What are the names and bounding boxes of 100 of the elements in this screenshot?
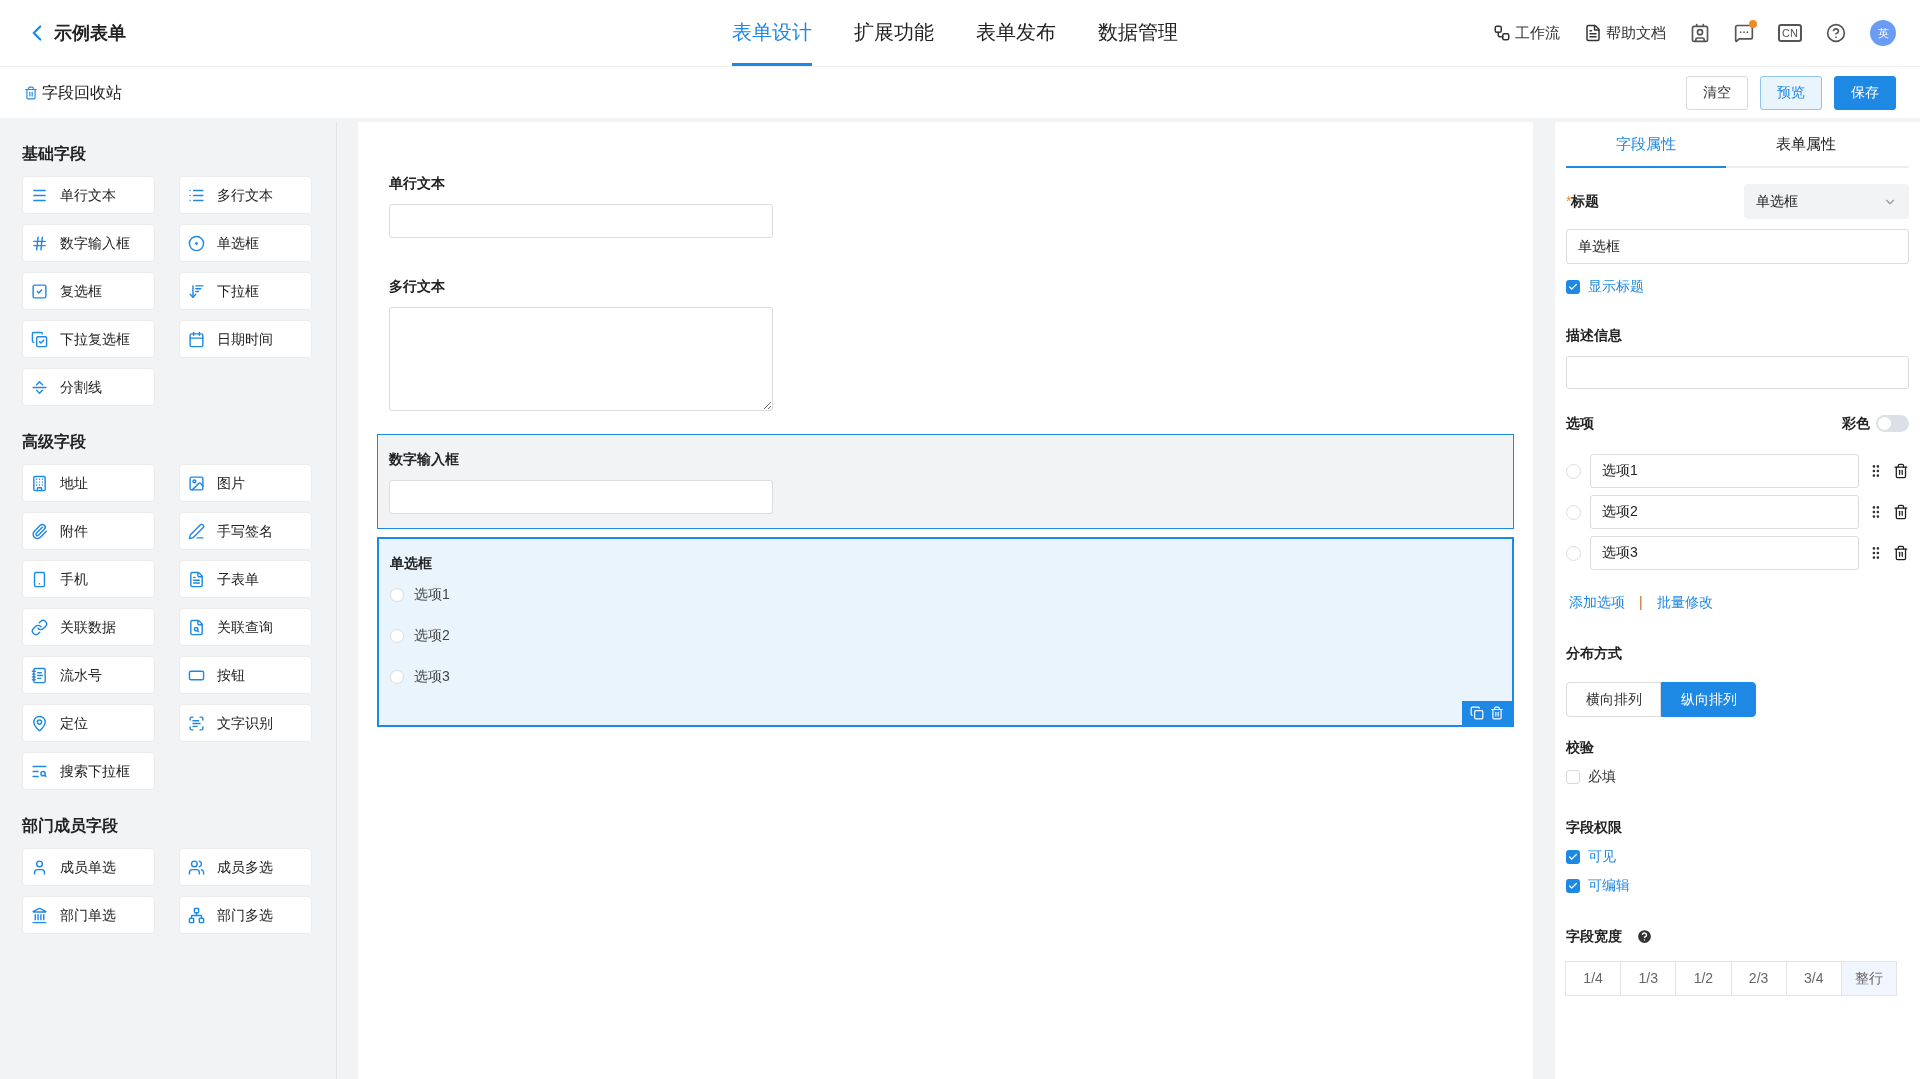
checkbox[interactable] [1566,878,1580,893]
file-search-icon [188,618,205,636]
checkbox[interactable] [1566,279,1580,294]
width-option[interactable]: 整行 [1840,961,1898,996]
toggle-switch[interactable] [1876,415,1909,432]
toolbar-link[interactable]: 工作流 [1493,21,1561,45]
width-option[interactable]: 1/2 [1675,961,1732,996]
divider-icon [31,378,48,396]
field-type-item[interactable]: 定位 [22,704,155,742]
field-type-item[interactable]: 日期时间 [179,320,312,358]
input-field[interactable] [1566,356,1909,389]
textarea-field[interactable] [389,307,773,411]
field-type-item[interactable]: 单选框 [179,224,312,262]
input-field[interactable] [389,480,773,514]
field-type-item[interactable]: 流水号 [22,656,155,694]
users-icon [188,858,205,876]
field-type-item[interactable]: 部门多选 [179,896,312,934]
field-type-item[interactable]: 关联查询 [179,608,312,646]
field-type-item[interactable]: 图片 [179,464,312,502]
width-option[interactable]: 2/3 [1730,961,1787,996]
field-type-item[interactable]: 单行文本 [22,176,155,214]
field-type-item[interactable]: 分割线 [22,368,155,406]
option-input[interactable]: 选项3 [1590,536,1860,570]
contact-icon[interactable] [1690,23,1711,43]
action-button[interactable]: 保存 [1834,75,1896,110]
checkbox[interactable] [1566,849,1580,864]
field-label: 选项 [1566,414,1594,433]
width-option[interactable]: 3/4 [1785,961,1842,996]
delete-icon[interactable] [1893,463,1909,479]
pen-icon [188,522,205,540]
section-title: 基础字段 [22,144,87,164]
radio-button[interactable] [390,587,404,602]
field-type-item[interactable]: 手写签名 [179,512,312,550]
field-type-item[interactable]: 成员单选 [22,848,155,886]
radio-button[interactable] [390,669,404,684]
type-select[interactable]: 单选框 [1744,184,1909,219]
option-input[interactable]: 选项1 [1590,454,1860,488]
width-option[interactable]: 1/4 [1565,961,1622,996]
toolbar-link[interactable]: 帮助文档 [1584,21,1667,45]
image-icon [188,474,205,492]
separator: | [1639,593,1643,612]
field-type-item[interactable]: 下拉复选框 [22,320,155,358]
segment-button[interactable]: 横向排列 [1566,682,1661,717]
add-option-link[interactable]: 添加选项 [1569,592,1625,613]
batch-edit-link[interactable]: 批量修改 [1656,592,1713,613]
section-title: 高级字段 [22,432,87,452]
field-type-item[interactable]: 部门单选 [22,896,155,934]
field-type-item[interactable]: 复选框 [22,272,155,310]
checkbox-label: 可编辑 [1588,876,1630,895]
action-button[interactable]: 清空 [1686,75,1748,110]
form-field-block[interactable]: 多行文本 [377,261,1514,426]
input-field[interactable] [389,204,773,238]
user-icon [31,858,48,876]
option-input[interactable]: 选项2 [1590,495,1860,529]
message-icon[interactable] [1734,23,1755,43]
input-field[interactable]: 单选框 [1566,229,1909,264]
language-button[interactable]: CN [1778,24,1802,42]
form-field-block[interactable]: 单行文本 [377,158,1514,253]
field-type-item[interactable]: 附件 [22,512,155,550]
copy-icon[interactable] [1470,706,1484,720]
nav-tab[interactable]: 数据管理 [1098,0,1178,66]
help-icon[interactable] [1826,23,1846,43]
form-title: 示例表单 [54,21,126,45]
field-type-item[interactable]: 成员多选 [179,848,312,886]
section-title: 部门成员字段 [22,816,119,836]
form-field-block[interactable]: 数字输入框 [377,434,1514,529]
document-icon [1584,24,1603,42]
panel-tab[interactable]: 表单属性 [1726,122,1886,168]
delete-icon[interactable] [1893,504,1909,520]
option-label: 选项3 [414,667,450,686]
delete-icon[interactable] [1893,545,1909,561]
nav-tab[interactable]: 扩展功能 [854,0,934,66]
field-type-item[interactable]: 手机 [22,560,155,598]
radio-icon [188,234,205,252]
recycle-bin-link[interactable]: 字段回收站 [24,80,122,105]
required-mark: * [1566,192,1572,211]
field-type-item[interactable]: 关联数据 [22,608,155,646]
location-pin-icon [31,714,48,732]
check-icon [1568,851,1578,862]
form-field-block[interactable]: 单选框 选项1 选项2 选项3 [377,537,1514,727]
field-type-item[interactable]: 搜索下拉框 [22,752,155,790]
panel-tab[interactable]: 字段属性 [1566,122,1726,168]
field-type-item[interactable]: 多行文本 [179,176,312,214]
checkbox[interactable] [1566,769,1580,784]
field-type-item[interactable]: 下拉框 [179,272,312,310]
field-type-item[interactable]: 地址 [22,464,155,502]
segment-button[interactable]: 纵向排列 [1661,682,1756,717]
field-type-item[interactable]: 数字输入框 [22,224,155,262]
field-label: 标题 [1571,192,1600,211]
width-option[interactable]: 1/3 [1620,961,1677,996]
building-columns-icon [31,906,48,924]
checkbox-icon [31,282,48,300]
nav-tab[interactable]: 表单发布 [976,0,1056,66]
copy-check-icon [31,330,48,348]
field-type-item[interactable]: 子表单 [179,560,312,598]
document-icon [188,570,205,588]
field-type-item[interactable]: 文字识别 [179,704,312,742]
hash-icon [31,234,48,252]
field-type-item[interactable]: 按钮 [179,656,312,694]
radio-button[interactable] [390,628,404,643]
